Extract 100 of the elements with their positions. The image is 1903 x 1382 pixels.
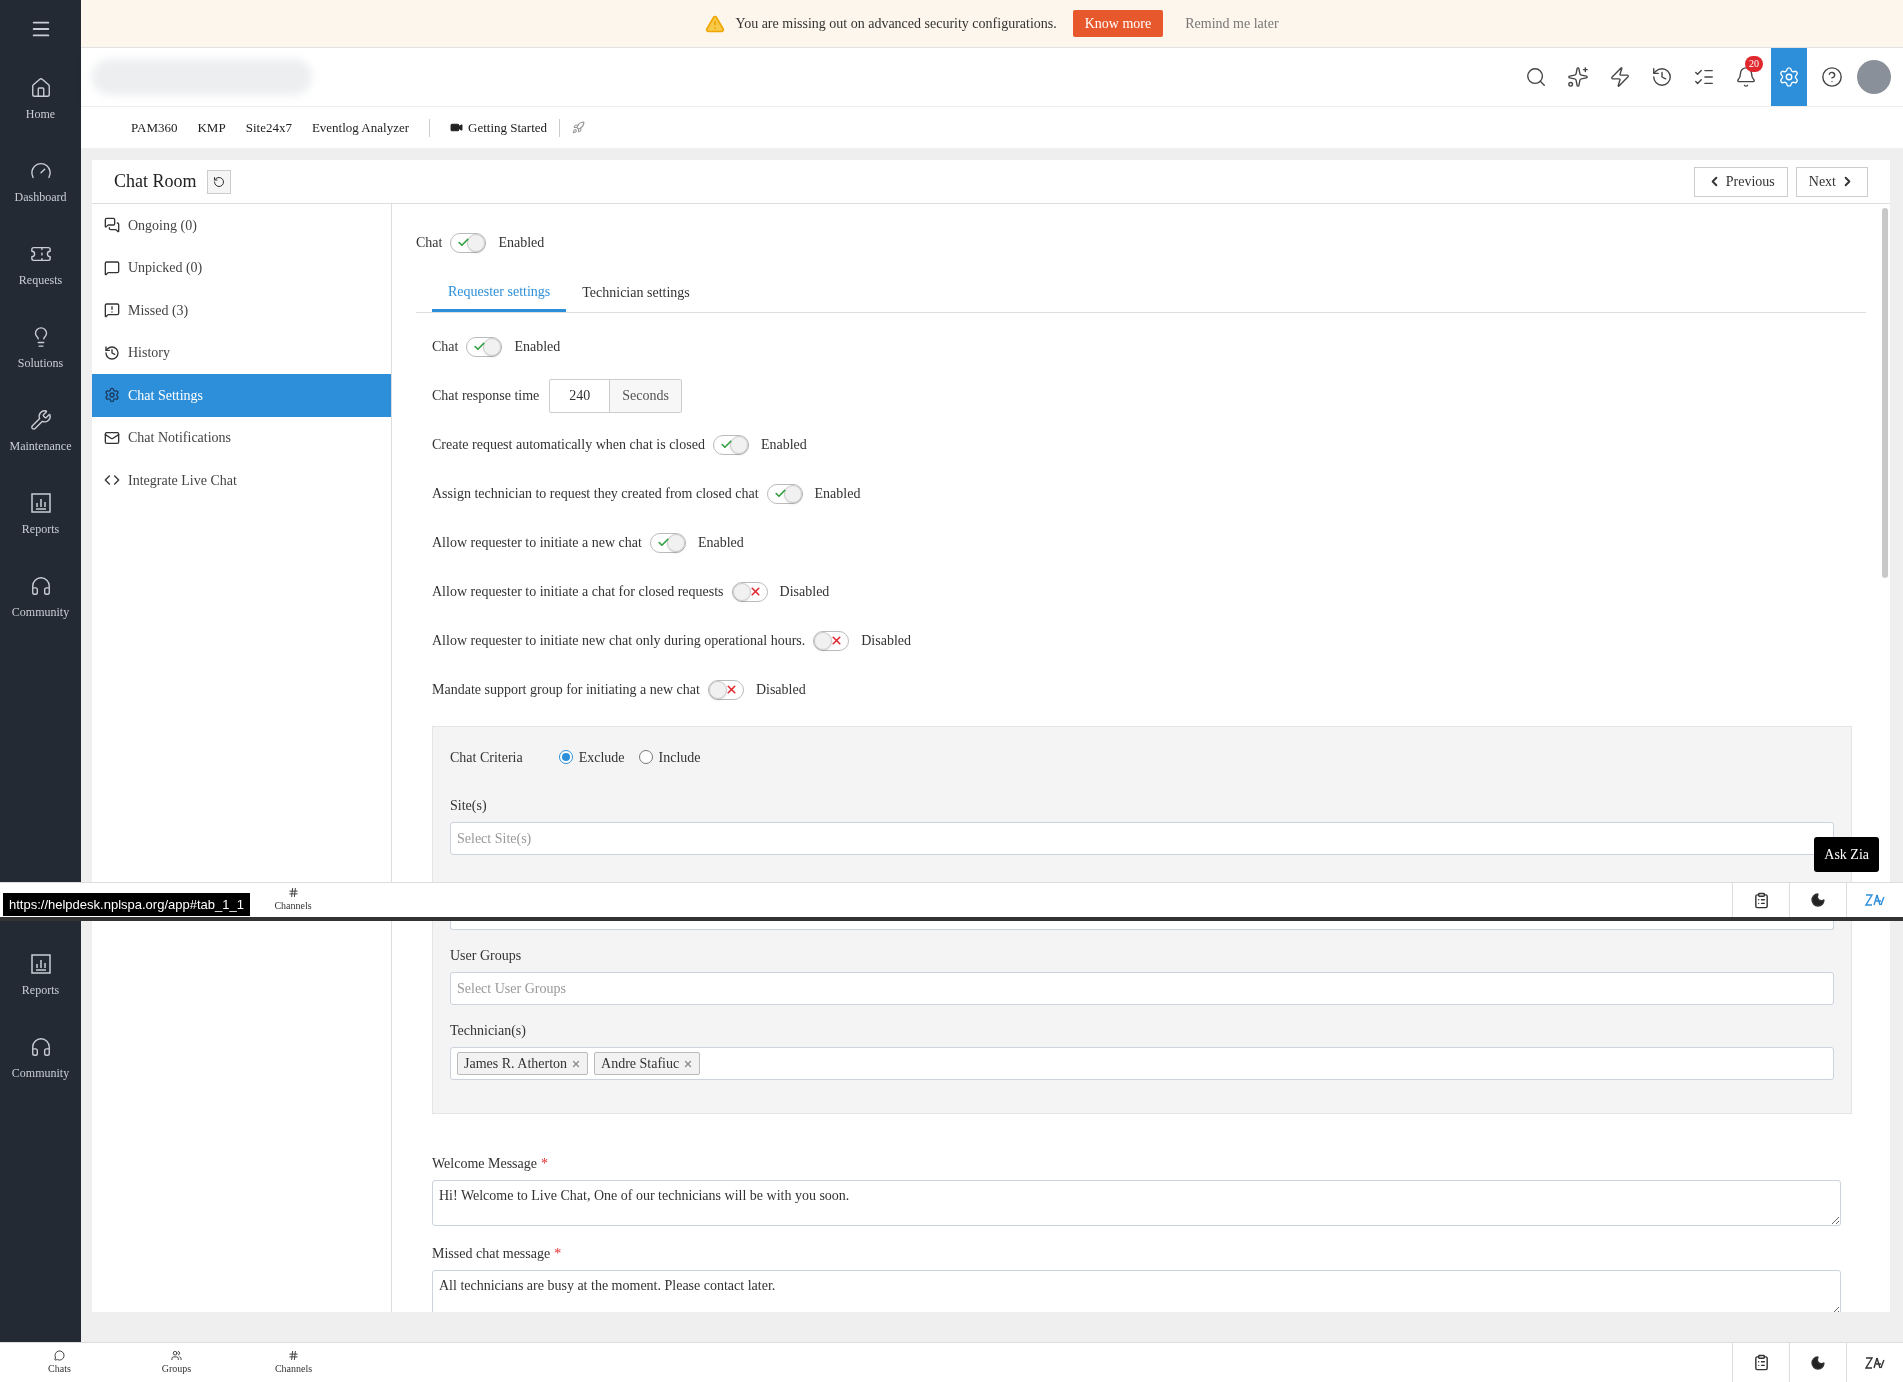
video-camera-icon	[450, 121, 463, 134]
setting-label: Allow requester to initiate a new chat	[432, 534, 642, 552]
menu-item[interactable]: Unpicked (0)	[92, 246, 391, 289]
next-button[interactable]: Next	[1795, 166, 1868, 197]
message-textarea[interactable]: All technicians are busy at the moment. Please contact later.	[432, 1270, 1841, 1312]
number-field[interactable]: 240 Seconds	[549, 378, 682, 413]
toggle-switch[interactable]	[766, 483, 803, 504]
field-label: User Groups	[450, 947, 523, 965]
sidebar-item[interactable]: Requests	[0, 224, 81, 307]
script-icon	[1865, 1355, 1885, 1370]
groups-icon	[171, 1349, 182, 1361]
quick-link[interactable]: Site24x7	[245, 117, 292, 138]
moon-icon	[1810, 892, 1826, 908]
lightning-icon[interactable]	[1609, 66, 1631, 88]
chats-icon	[104, 217, 120, 234]
url-tooltip: https://helpdesk.nplspa.org/app#tab_1_1	[3, 893, 250, 916]
toggle-switch[interactable]	[731, 581, 768, 602]
chats-icon	[54, 1349, 65, 1361]
remind-later-link[interactable]: Remind me later	[1185, 13, 1279, 34]
sidebar-item[interactable]: Reports	[0, 473, 81, 556]
page-title: Chat Room	[114, 170, 197, 193]
select-field[interactable]	[450, 921, 1834, 930]
field-label: Technician(s)	[450, 1022, 527, 1040]
remove-icon[interactable]	[683, 1058, 694, 1069]
settings-button[interactable]	[1771, 48, 1807, 106]
help-icon[interactable]	[1821, 66, 1843, 88]
bottom-tab[interactable]: Channels	[268, 883, 318, 917]
sidebar-item[interactable]: Solutions	[0, 307, 81, 390]
sidebar-item[interactable]: Reports	[0, 934, 81, 1017]
mail-icon	[104, 429, 120, 446]
notification-count: 20	[1745, 56, 1763, 72]
bottom-tab[interactable]: Channels	[235, 1343, 352, 1382]
toggle-switch[interactable]	[649, 532, 686, 553]
sidebar-item[interactable]: Maintenance	[0, 390, 81, 473]
search-icon[interactable]	[1525, 66, 1547, 88]
toggle-knob	[814, 631, 833, 650]
technician-tag[interactable]: James R. Atherton	[457, 1052, 589, 1075]
menu-item[interactable]: Integrate Live Chat	[92, 459, 391, 502]
know-more-button[interactable]: Know more	[1072, 10, 1164, 37]
sidebar-item[interactable]: Community	[0, 556, 81, 639]
scrollbar[interactable]	[1882, 208, 1888, 578]
community-icon	[29, 574, 52, 597]
quick-link[interactable]: PAM360	[131, 117, 178, 138]
quick-link[interactable]: Eventlog Analyzer	[311, 117, 409, 138]
sparkle-icon[interactable]	[1567, 66, 1589, 88]
avatar[interactable]	[1857, 60, 1891, 94]
required-asterisk: *	[554, 1245, 562, 1263]
getting-started-link[interactable]: Getting Started	[450, 117, 548, 138]
sidebar-item[interactable]: Home	[0, 58, 81, 141]
refresh-button[interactable]	[206, 169, 231, 194]
rocket-icon[interactable]	[572, 121, 586, 134]
toggle-knob	[483, 337, 502, 356]
reports-icon	[29, 952, 52, 975]
setting-label: Chat	[432, 338, 459, 356]
setting-label: Assign technician to request they created from closed chat	[432, 485, 759, 503]
message-textarea[interactable]: Hi! Welcome to Live Chat, One of our technicians will be with you soon.	[432, 1180, 1841, 1226]
radio-option[interactable]: Exclude	[558, 746, 625, 768]
sidebar-item[interactable]: Community	[0, 1017, 81, 1100]
reports-icon	[29, 491, 52, 514]
setting-label: Chat response time	[432, 387, 540, 405]
settings-tab[interactable]: Requester settings	[432, 273, 567, 312]
settings-icon	[1778, 66, 1800, 88]
setting-label: Allow requester to initiate new chat only during operational hours.	[432, 632, 806, 650]
previous-button[interactable]: Previous	[1693, 166, 1788, 197]
toggle-knob	[729, 435, 748, 454]
bottom-tab[interactable]: Groups	[118, 1343, 235, 1382]
cross-icon	[748, 585, 762, 598]
toggle-switch[interactable]	[466, 336, 503, 357]
history-icon[interactable]	[1651, 66, 1673, 88]
settings-tab[interactable]: Technician settings	[566, 273, 706, 312]
required-asterisk: *	[541, 1155, 548, 1173]
setting-status: Enabled	[514, 338, 561, 356]
toggle-switch[interactable]	[712, 434, 749, 455]
check-icon	[719, 438, 733, 451]
toggle-switch[interactable]	[813, 630, 850, 651]
remove-icon[interactable]	[571, 1058, 582, 1069]
channels-icon	[287, 887, 299, 898]
setting-label: Chat	[416, 234, 443, 252]
toggle-knob	[467, 233, 486, 252]
message-label: Welcome Message	[432, 1155, 537, 1173]
toggle-switch[interactable]	[450, 232, 487, 253]
technician-tag[interactable]: Andre Stafiuc	[594, 1052, 701, 1075]
quick-link[interactable]: KMP	[197, 117, 226, 138]
channels-icon	[288, 1349, 299, 1361]
clipboard-icon	[1752, 1354, 1770, 1371]
refresh-icon	[212, 175, 225, 188]
menu-item[interactable]: History	[92, 331, 391, 374]
radio-option[interactable]: Include	[638, 746, 701, 768]
tag-input-field[interactable]: James R. Atherton Andre Stafiuc	[450, 1047, 1834, 1080]
menu-item[interactable]: Missed (3)	[92, 289, 391, 332]
menu-item[interactable]: Chat Notifications	[92, 416, 391, 459]
bottom-tab[interactable]: Chats	[1, 1343, 118, 1382]
clipboard-icon	[1752, 891, 1770, 909]
bell-icon[interactable]	[1735, 66, 1757, 88]
sidebar-item[interactable]: Dashboard	[0, 141, 81, 224]
menu-item[interactable]: Ongoing (0)	[92, 204, 391, 247]
settings-icon	[104, 387, 120, 404]
toggle-knob	[732, 582, 751, 601]
cross-icon	[724, 683, 738, 696]
toggle-switch[interactable]	[707, 679, 744, 700]
